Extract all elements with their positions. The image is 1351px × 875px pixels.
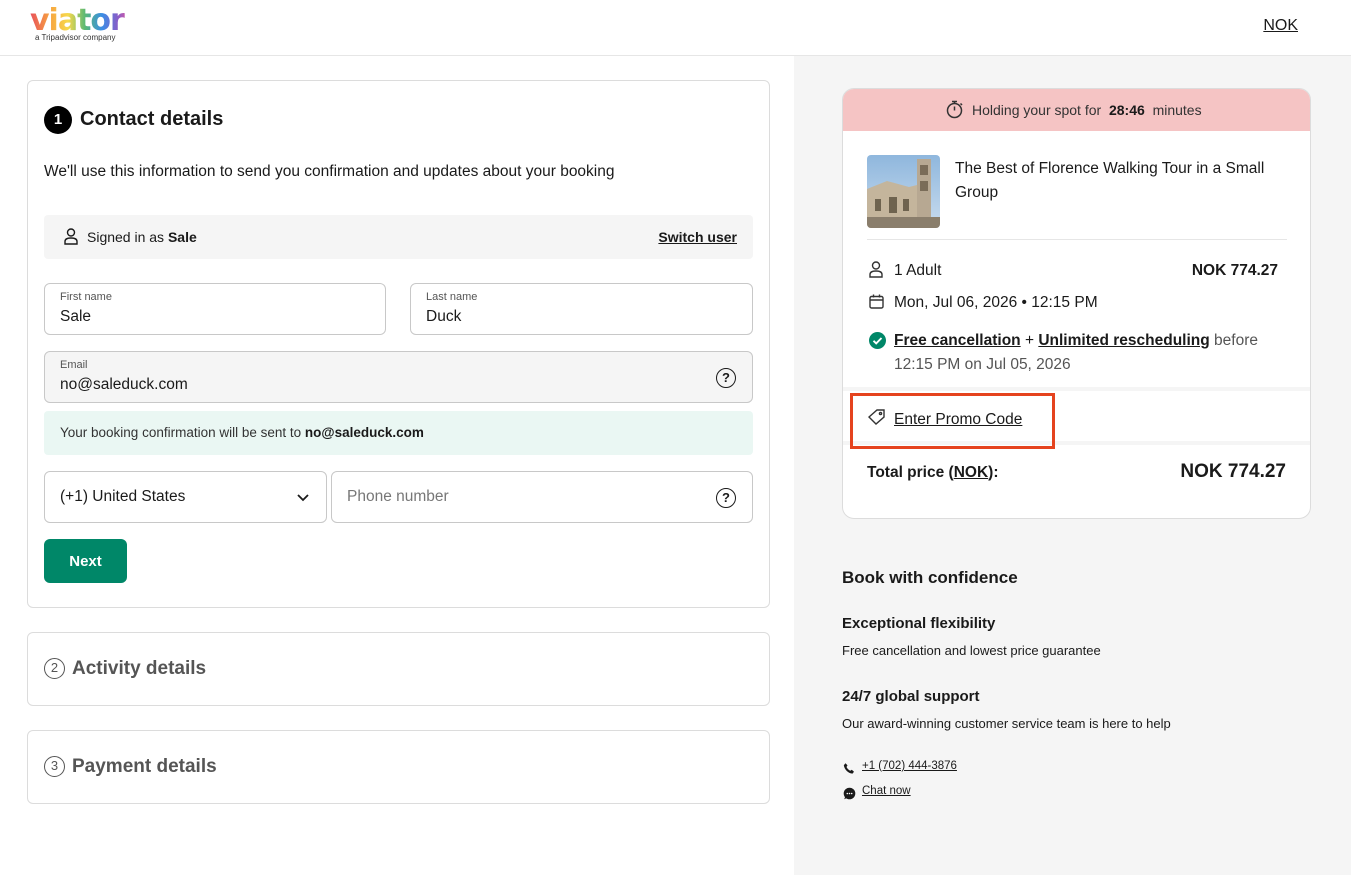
top-bar: viator a Tripadvisor company NOK: [0, 0, 1351, 56]
country-code-select[interactable]: (+1) United States: [44, 471, 327, 523]
last-name-field[interactable]: Last name Duck: [410, 283, 753, 335]
section-description: We'll use this information to send you c…: [44, 163, 615, 180]
support-title: 24/7 global support: [842, 688, 980, 705]
step-number-badge: 3: [44, 756, 65, 777]
next-button[interactable]: Next: [44, 539, 127, 583]
hold-timer-banner: Holding your spot for 28:46 minutes: [843, 89, 1310, 131]
confirmation-notice: Your booking confirmation will be sent t…: [44, 411, 753, 455]
phone-number-input[interactable]: [347, 488, 687, 506]
total-price-value: NOK 774.27: [1180, 461, 1286, 482]
total-price-label: Total price (NOK):: [867, 464, 999, 481]
chevron-down-icon: [296, 490, 310, 509]
section-title: Activity details: [72, 658, 207, 679]
confidence-title: Book with confidence: [842, 568, 1018, 587]
email-label: Email: [60, 359, 88, 371]
section-title: Contact details: [80, 108, 224, 130]
order-summary-card: Holding your spot for 28:46 minutes The …: [842, 88, 1311, 519]
email-field[interactable]: Email no@saleduck.com ?: [44, 351, 753, 403]
cancellation-policy: Free cancellation + Unlimited rescheduli…: [894, 332, 1258, 373]
confirmation-text: Your booking confirmation will be sent t…: [60, 425, 424, 440]
total-currency-link[interactable]: NOK: [954, 464, 988, 481]
step-number-badge: 1: [44, 106, 72, 134]
calendar-icon: [869, 294, 884, 314]
contact-details-section: 1 Contact details We'll use this informa…: [27, 80, 770, 608]
signed-in-text: Signed in as Sale: [87, 229, 197, 245]
phone-number-field[interactable]: ?: [331, 471, 753, 523]
help-icon[interactable]: ?: [716, 488, 736, 508]
tour-title[interactable]: The Best of Florence Walking Tour in a S…: [955, 157, 1295, 205]
flexibility-title: Exceptional flexibility: [842, 615, 996, 632]
last-name-label: Last name: [426, 291, 478, 303]
signed-in-user: Sale: [167, 229, 197, 245]
hold-time: 28:46: [1108, 102, 1145, 118]
tag-icon: [867, 409, 886, 430]
last-name-value[interactable]: Duck: [426, 308, 461, 326]
flexibility-description: Free cancellation and lowest price guara…: [842, 643, 1101, 658]
tour-thumbnail[interactable]: [867, 155, 940, 228]
support-description: Our award-winning customer service team …: [842, 716, 1171, 731]
booking-date-time: Mon, Jul 06, 2026 • 12:15 PM: [894, 294, 1098, 311]
chat-bubble-icon: [843, 787, 856, 805]
stopwatch-icon: [946, 100, 963, 124]
phone-icon: [843, 762, 856, 780]
help-icon[interactable]: ?: [716, 368, 736, 388]
enter-promo-code-link[interactable]: Enter Promo Code: [894, 411, 1022, 429]
chat-now-link[interactable]: Chat now: [862, 785, 911, 797]
line-item-price: NOK 774.27: [1191, 262, 1278, 279]
first-name-field[interactable]: First name Sale: [44, 283, 386, 335]
viator-logo[interactable]: viator a Tripadvisor company: [30, 6, 130, 46]
promo-code-row: Enter Promo Code: [843, 387, 1310, 449]
hold-timer-text: Holding your spot for 28:46 minutes: [972, 102, 1202, 118]
support-phone-link[interactable]: +1 (702) 444-3876: [862, 760, 957, 772]
country-code-value: (+1) United States: [60, 488, 186, 505]
unlimited-rescheduling-link[interactable]: Unlimited rescheduling: [1038, 332, 1209, 349]
free-cancellation-link[interactable]: Free cancellation: [894, 332, 1021, 349]
logo-wordmark: viator: [30, 6, 130, 36]
signed-in-banner: Signed in as Sale Switch user: [44, 215, 753, 259]
currency-selector[interactable]: NOK: [1263, 17, 1298, 35]
user-icon: [869, 261, 883, 283]
first-name-value[interactable]: Sale: [60, 308, 91, 326]
confirmation-email: no@saleduck.com: [304, 425, 424, 440]
activity-details-section[interactable]: 2 Activity details: [27, 632, 770, 706]
logo-tagline: a Tripadvisor company: [35, 33, 116, 42]
divider: [867, 239, 1287, 240]
traveler-count: 1 Adult: [894, 262, 942, 279]
switch-user-link[interactable]: Switch user: [658, 229, 737, 245]
email-value[interactable]: no@saleduck.com: [60, 376, 188, 394]
check-circle-icon: [869, 332, 886, 354]
payment-details-section[interactable]: 3 Payment details: [27, 730, 770, 804]
section-title: Payment details: [72, 756, 217, 777]
step-number-badge: 2: [44, 658, 65, 679]
user-icon: [64, 228, 78, 250]
first-name-label: First name: [60, 291, 112, 303]
